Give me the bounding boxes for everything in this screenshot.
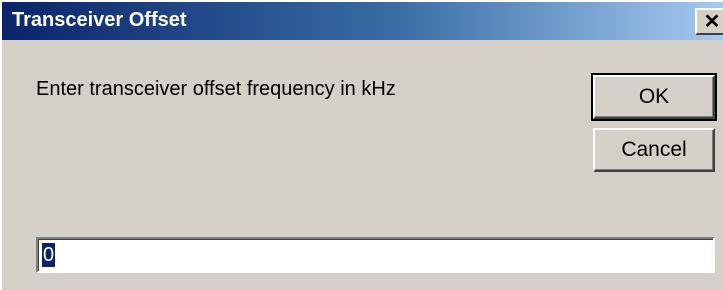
prompt-label: Enter transceiver offset frequency in kH… <box>36 78 396 100</box>
ok-button[interactable]: OK <box>591 73 717 121</box>
offset-frequency-input[interactable]: 0 <box>36 237 715 273</box>
close-button[interactable]: ✕ <box>695 8 723 35</box>
cancel-button[interactable]: Cancel <box>593 128 715 172</box>
title-bar[interactable]: Transceiver Offset ✕ <box>2 2 723 40</box>
input-value: 0 <box>42 243 56 267</box>
dialog-window: Transceiver Offset ✕ Enter transceiver o… <box>0 0 723 290</box>
window-title: Transceiver Offset <box>12 9 187 31</box>
close-icon: ✕ <box>703 10 721 33</box>
